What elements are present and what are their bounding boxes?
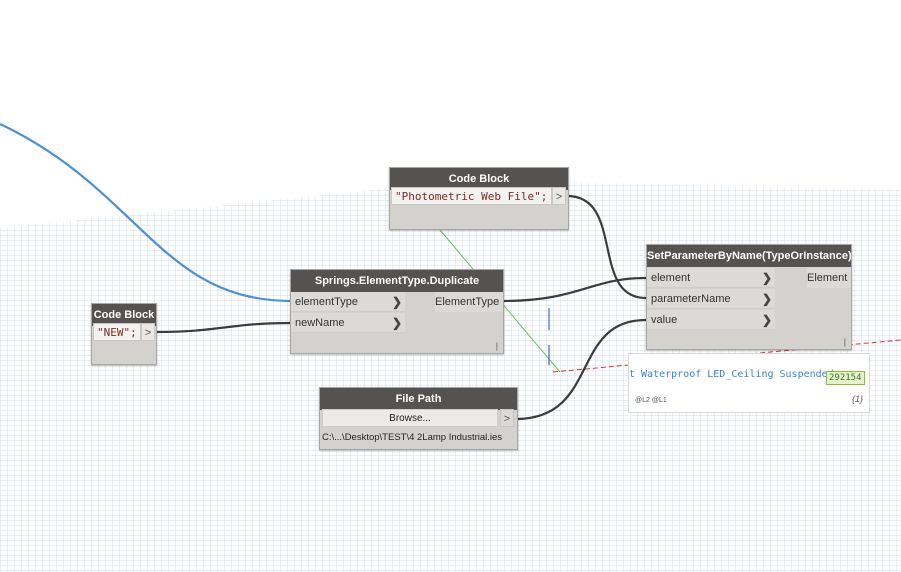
node-title: File Path — [320, 388, 517, 410]
resize-handle-icon[interactable]: ┃ — [843, 339, 847, 347]
output-port-element[interactable]: Element — [807, 268, 851, 288]
input-port-value[interactable]: value ❯ — [647, 310, 775, 330]
port-label: value — [651, 314, 678, 326]
chevron-right-icon: ❯ — [391, 295, 402, 309]
chevron-right-icon: ❯ — [761, 292, 772, 306]
node-title: SetParameterByName(TypeOrInstance) — [647, 245, 851, 267]
code-input[interactable]: "Photometric Web File"; — [391, 187, 552, 205]
duplicate-node[interactable]: Springs.ElementType.Duplicate elementTyp… — [290, 269, 504, 354]
input-port-elementtype[interactable]: elementType ❯ — [291, 292, 405, 312]
preview-count: {1} — [851, 394, 863, 404]
input-port-newname[interactable]: newName ❯ — [291, 313, 405, 333]
file-path-node[interactable]: File Path Browse... > C:\...\Desktop\TES… — [319, 387, 518, 450]
output-port[interactable]: > — [141, 323, 155, 341]
output-port[interactable]: > — [552, 187, 566, 205]
element-id-badge[interactable]: 292154 — [826, 371, 865, 385]
file-path-value: C:\...\Desktop\TEST\4 2Lamp Industrial.i… — [322, 432, 503, 443]
output-port-elementtype[interactable]: ElementType — [435, 292, 503, 312]
port-label: elementType — [295, 296, 358, 308]
output-port[interactable]: > — [500, 409, 514, 427]
set-parameter-node[interactable]: SetParameterByName(TypeOrInstance) eleme… — [646, 244, 852, 350]
port-label: newName — [295, 317, 345, 329]
code-block-node-new[interactable]: Code Block "NEW"; > — [91, 303, 157, 365]
port-label: parameterName — [651, 293, 731, 305]
node-preview-bubble[interactable]: t Waterproof LED_Ceiling Suspended 29215… — [628, 353, 870, 413]
chevron-right-icon: ❯ — [761, 313, 772, 327]
code-block-node-photometric[interactable]: Code Block "Photometric Web File"; > — [389, 167, 569, 230]
node-title: Springs.ElementType.Duplicate — [291, 270, 503, 292]
chevron-right-icon: ❯ — [391, 316, 402, 330]
chevron-right-icon: ❯ — [761, 271, 772, 285]
preview-levels: @L2 @L1 — [635, 397, 667, 404]
input-port-element[interactable]: element ❯ — [647, 268, 775, 288]
browse-button[interactable]: Browse... — [322, 409, 498, 427]
port-label: element — [651, 272, 691, 284]
code-input[interactable]: "NEW"; — [93, 323, 141, 341]
input-port-parametername[interactable]: parameterName ❯ — [647, 289, 775, 309]
resize-handle-icon[interactable]: ┃ — [495, 343, 499, 351]
